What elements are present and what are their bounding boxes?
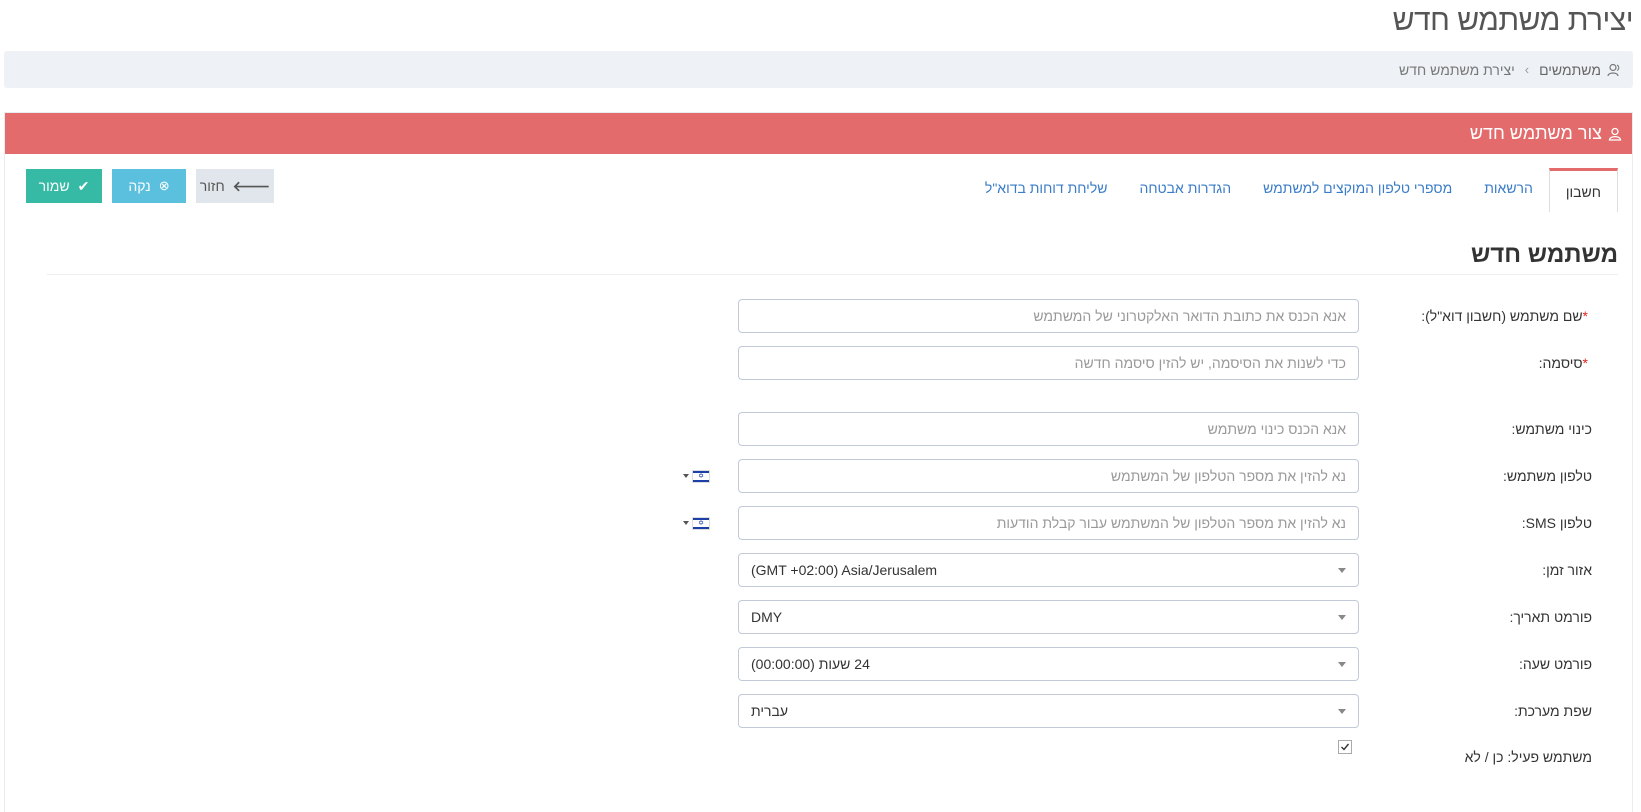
- page-title: יצירת משתמש חדש: [1392, 4, 1634, 37]
- phone-input[interactable]: [738, 459, 1359, 493]
- breadcrumb-current: יצירת משתמש חדש: [1399, 61, 1515, 78]
- create-user-portlet: צור משתמש חדש חשבון הרשאות מספרי טלפון ה…: [4, 112, 1633, 812]
- password-label-text: סיסמה:: [1538, 355, 1583, 371]
- divider: [47, 274, 1618, 275]
- tab-account[interactable]: חשבון: [1548, 168, 1618, 212]
- action-buttons: ✔ שמור ⊗ נקה 🡐 חזור: [26, 169, 274, 203]
- username-label: *שם משתמש (חשבון דוא"ל):: [1421, 308, 1592, 324]
- chevron-down-icon: [1338, 614, 1346, 620]
- tab-phone-numbers[interactable]: מספרי טלפון המוקצים למשתמש: [1247, 168, 1468, 208]
- language-row: שפת מערכת: עברית: [5, 694, 1632, 728]
- active-row: משתמש פעיל: כן / לא: [5, 737, 1632, 771]
- date-format-value: DMY: [751, 609, 783, 625]
- tabs: חשבון הרשאות מספרי טלפון המוקצים למשתמש …: [969, 168, 1618, 212]
- caret-down-icon: [683, 521, 689, 525]
- active-label: משתמש פעיל: כן / לא: [1464, 749, 1592, 765]
- portlet-header: צור משתמש חדש: [5, 113, 1632, 154]
- checkmark-icon: [1341, 743, 1350, 751]
- chevron-down-icon: [1338, 567, 1346, 573]
- timezone-label: אזור זמן:: [1542, 562, 1592, 578]
- timezone-select[interactable]: (GMT +02:00) Asia/Jerusalem: [738, 553, 1359, 587]
- check-icon: ✔: [77, 177, 90, 194]
- time-format-text: 24 שעות (00:00:00): [751, 656, 870, 672]
- username-label-text: שם משתמש (חשבון דוא"ל):: [1421, 308, 1583, 324]
- tab-email-reports[interactable]: שליחת דוחות בדוא"ל: [969, 168, 1124, 208]
- time-format-row: פורמט שעה: 24 שעות (00:00:00): [5, 647, 1632, 681]
- sms-input[interactable]: [738, 506, 1359, 540]
- israel-flag-icon: ✡: [693, 470, 709, 482]
- section-title: משתמש חדש: [1470, 241, 1618, 268]
- chevron-down-icon: [1338, 661, 1346, 667]
- nickname-input[interactable]: [738, 412, 1359, 446]
- user-icon: [1608, 127, 1622, 141]
- back-button-label: חזור: [199, 178, 225, 194]
- save-button[interactable]: ✔ שמור: [26, 169, 102, 203]
- caret-down-icon: [683, 474, 689, 478]
- timezone-row: אזור זמן: (GMT +02:00) Asia/Jerusalem: [5, 553, 1632, 587]
- sms-row: טלפון SMS: ✡: [5, 506, 1632, 540]
- active-checkbox[interactable]: [1338, 740, 1352, 754]
- nickname-row: כינוי משתמש:: [5, 412, 1632, 446]
- portlet-title: צור משתמש חדש: [1469, 123, 1602, 143]
- time-format-value: 24 שעות (00:00:00): [751, 656, 1338, 672]
- timezone-value: (GMT +02:00) Asia/Jerusalem: [751, 562, 938, 578]
- date-format-label: פורמט תאריך:: [1509, 609, 1592, 625]
- date-format-select[interactable]: DMY: [738, 600, 1359, 634]
- breadcrumb: משתמשים › יצירת משתמש חדש: [4, 51, 1633, 88]
- language-value: עברית: [751, 703, 789, 719]
- back-button[interactable]: 🡐 חזור: [196, 169, 274, 203]
- users-icon: [1607, 63, 1620, 76]
- nickname-label: כינוי משתמש:: [1511, 421, 1592, 437]
- required-asterisk: *: [1582, 308, 1588, 324]
- password-label: *סיסמה:: [1539, 355, 1592, 371]
- arrow-left-icon: 🡐: [232, 177, 271, 194]
- sms-country-selector[interactable]: ✡: [669, 507, 709, 539]
- phone-label: טלפון משתמש:: [1503, 468, 1592, 484]
- clear-button[interactable]: ⊗ נקה: [112, 169, 186, 203]
- clear-button-label: נקה: [128, 178, 151, 194]
- required-asterisk: *: [1582, 355, 1588, 371]
- breadcrumb-users-link[interactable]: משתמשים: [1539, 62, 1601, 78]
- username-input[interactable]: [738, 299, 1359, 333]
- tab-security-settings[interactable]: הגדרות אבטחה: [1123, 168, 1247, 208]
- tab-permissions[interactable]: הרשאות: [1468, 168, 1549, 208]
- israel-flag-icon: ✡: [693, 517, 709, 529]
- sms-label: טלפון SMS:: [1521, 515, 1592, 531]
- language-select[interactable]: עברית: [738, 694, 1359, 728]
- phone-row: טלפון משתמש: ✡: [5, 459, 1632, 493]
- password-row: *סיסמה:: [5, 346, 1632, 380]
- chevron-left-icon: ›: [1524, 62, 1530, 77]
- time-format-label: פורמט שעה:: [1518, 656, 1592, 672]
- country-selector[interactable]: ✡: [669, 460, 709, 492]
- password-input[interactable]: [738, 346, 1359, 380]
- username-row: *שם משתמש (חשבון דוא"ל):: [5, 299, 1632, 333]
- time-format-select[interactable]: 24 שעות (00:00:00): [738, 647, 1359, 681]
- date-format-row: פורמט תאריך: DMY: [5, 600, 1632, 634]
- chevron-down-icon: [1338, 708, 1346, 714]
- language-label: שפת מערכת:: [1514, 703, 1592, 719]
- save-button-label: שמור: [38, 178, 70, 194]
- circle-x-icon: ⊗: [158, 178, 170, 193]
